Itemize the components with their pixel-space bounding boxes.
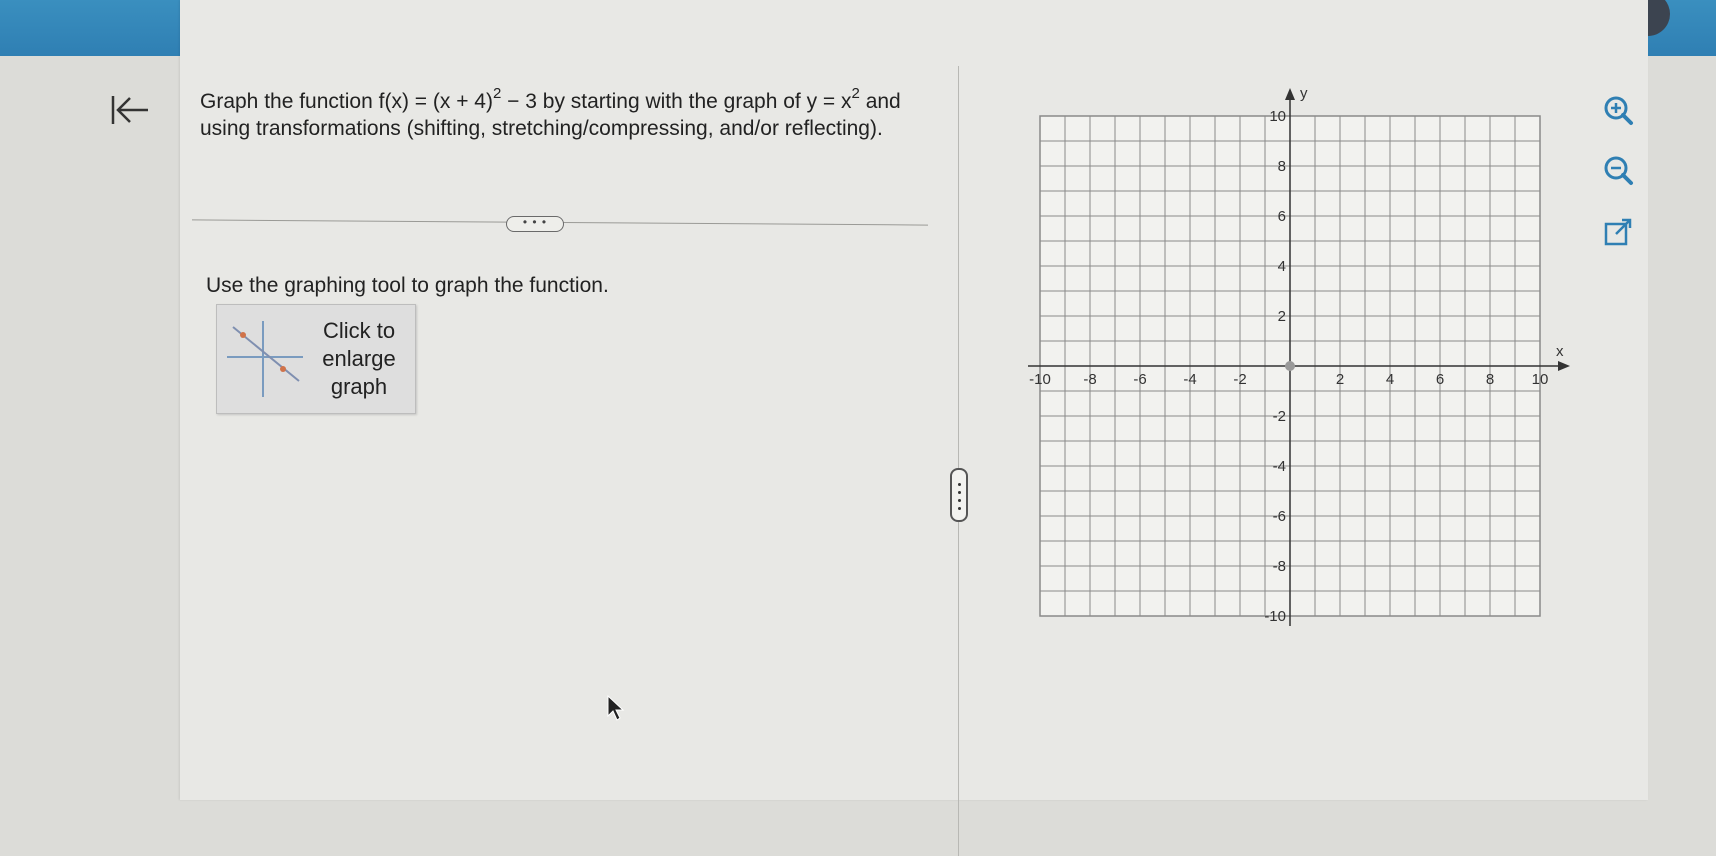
x-tick-label: -2	[1233, 371, 1246, 388]
x-tick-label: 10	[1532, 371, 1549, 388]
origin-point	[1285, 361, 1295, 371]
x-tick-label: 4	[1386, 371, 1394, 388]
y-tick-label: -4	[1273, 458, 1286, 475]
y-tick-label: 2	[1278, 308, 1286, 325]
y-tick-label: 8	[1278, 158, 1286, 175]
coordinate-grid[interactable]: x y -10 -8 -6 -4 -2 2 4 6 8 10 10 8 6 4 2 -2 -4 -6 -8 -10	[1020, 86, 1580, 646]
x-tick-label: 2	[1336, 371, 1344, 388]
y-tick-label: 6	[1278, 208, 1286, 225]
zoom-out-icon[interactable]	[1598, 150, 1638, 190]
graph-thumbnail-icon	[227, 321, 303, 397]
collapse-left-icon[interactable]	[108, 92, 152, 128]
panel-divider	[958, 66, 959, 856]
y-axis-arrow	[1285, 88, 1295, 100]
x-tick-label: -4	[1183, 371, 1196, 388]
y-axis-label: y	[1300, 86, 1308, 102]
panel-resize-handle[interactable]	[950, 468, 968, 522]
y-tick-label: -2	[1273, 408, 1286, 425]
external-link-icon[interactable]	[1598, 212, 1638, 252]
x-tick-label: -6	[1133, 371, 1146, 388]
y-tick-label: 4	[1278, 258, 1286, 275]
show-more-button[interactable]: • • •	[506, 216, 564, 232]
mouse-cursor-icon	[607, 694, 625, 721]
y-tick-label: -10	[1264, 608, 1286, 625]
instruction-text: Use the graphing tool to graph the funct…	[206, 274, 609, 297]
x-tick-label: -10	[1029, 371, 1051, 388]
x-axis-label: x	[1556, 343, 1564, 360]
y-tick-label: -6	[1273, 508, 1286, 525]
x-tick-label: -8	[1083, 371, 1096, 388]
zoom-in-icon[interactable]	[1598, 90, 1638, 130]
y-tick-label: 10	[1269, 108, 1286, 125]
enlarge-graph-button[interactable]: Click to enlarge graph	[216, 304, 416, 414]
x-tick-label: 6	[1436, 371, 1444, 388]
x-axis-arrow	[1558, 361, 1570, 371]
question-text: Graph the function f(x) = (x + 4)2 − 3 b…	[200, 85, 901, 140]
x-tick-label: 8	[1486, 371, 1494, 388]
y-tick-label: -8	[1273, 558, 1286, 575]
enlarge-graph-label: Click to enlarge graph	[322, 318, 396, 399]
